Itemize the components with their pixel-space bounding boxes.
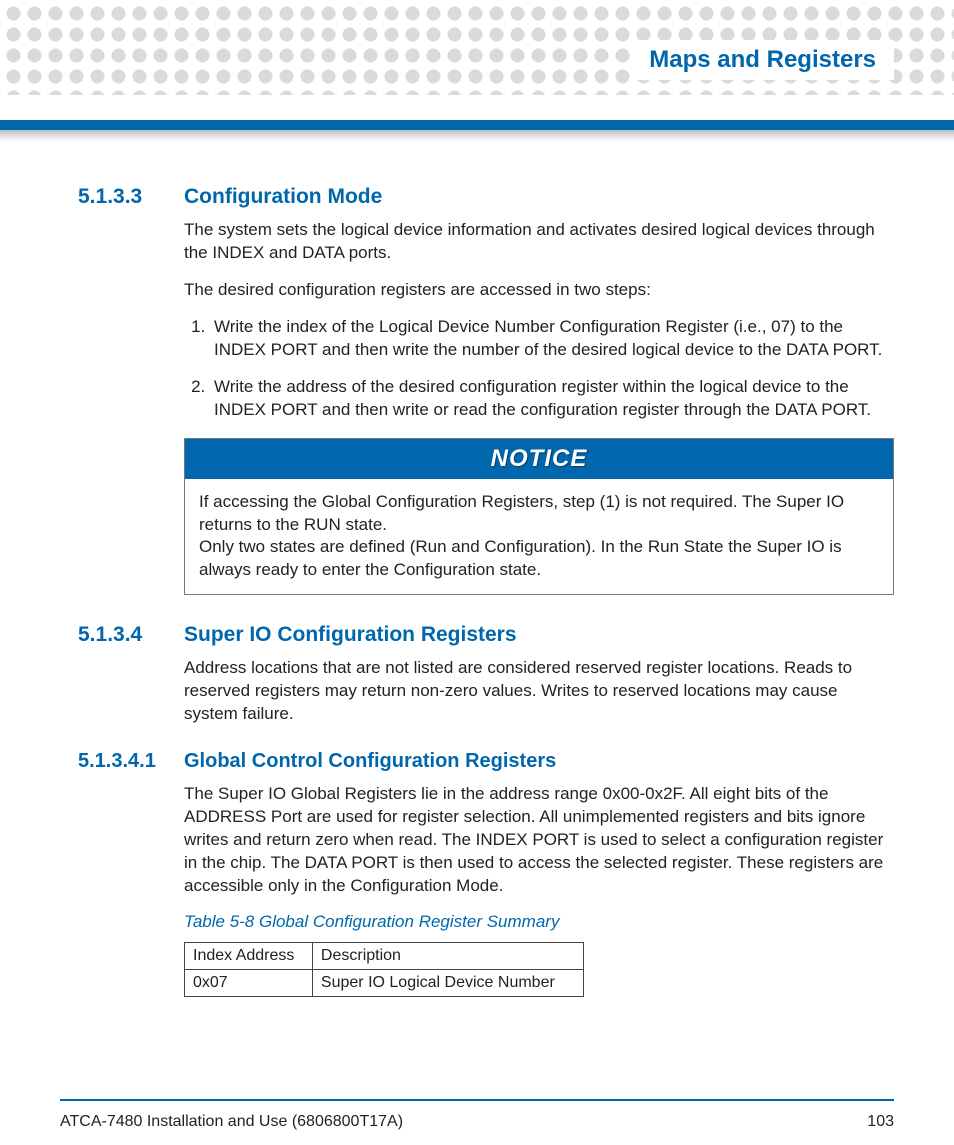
notice-box: NOTICE If accessing the Global Configura… [184, 438, 894, 596]
notice-line: If accessing the Global Configuration Re… [199, 491, 879, 537]
register-table: Index Address Description 0x07 Super IO … [184, 942, 584, 997]
footer-rule [60, 1099, 894, 1101]
header-gray-rule [0, 130, 954, 142]
section-title: Configuration Mode [184, 185, 382, 209]
notice-body: If accessing the Global Configuration Re… [185, 479, 893, 595]
section-body: The system sets the logical device infor… [184, 219, 894, 595]
paragraph: The Super IO Global Registers lie in the… [184, 783, 894, 898]
footer-doc-title: ATCA-7480 Installation and Use (6806800T… [60, 1113, 403, 1131]
list-item: Write the address of the desired configu… [210, 376, 894, 422]
paragraph: The desired configuration registers are … [184, 279, 894, 302]
section-title: Super IO Configuration Registers [184, 623, 517, 647]
page-footer: ATCA-7480 Installation and Use (6806800T… [60, 1113, 894, 1131]
section-5-1-3-3: 5.1.3.3 Configuration Mode [78, 185, 894, 209]
table-row: Index Address Description [185, 942, 584, 969]
section-title: Global Control Configuration Registers [184, 750, 556, 773]
section-5-1-3-4-1: 5.1.3.4.1 Global Control Configuration R… [78, 750, 894, 773]
section-5-1-3-4: 5.1.3.4 Super IO Configuration Registers [78, 623, 894, 647]
section-number: 5.1.3.3 [78, 185, 166, 209]
notice-line: Only two states are defined (Run and Con… [199, 536, 879, 582]
section-body: The Super IO Global Registers lie in the… [184, 783, 894, 997]
table-header: Index Address [185, 942, 313, 969]
footer-page-number: 103 [867, 1113, 894, 1131]
chapter-title: Maps and Registers [649, 46, 876, 74]
table-cell: 0x07 [185, 969, 313, 996]
paragraph: The system sets the logical device infor… [184, 219, 894, 265]
header-blue-rule [0, 120, 954, 130]
notice-header: NOTICE [185, 439, 893, 479]
section-body: Address locations that are not listed ar… [184, 657, 894, 726]
list-item: Write the index of the Logical Device Nu… [210, 316, 894, 362]
header-title-wrap: Maps and Registers [631, 40, 894, 80]
paragraph: Address locations that are not listed ar… [184, 657, 894, 726]
table-caption: Table 5-8 Global Configuration Register … [184, 912, 894, 932]
section-number: 5.1.3.4 [78, 623, 166, 647]
ordered-list: Write the index of the Logical Device Nu… [210, 316, 894, 422]
table-header: Description [312, 942, 583, 969]
page-content: 5.1.3.3 Configuration Mode The system se… [78, 185, 894, 1021]
table-cell: Super IO Logical Device Number [312, 969, 583, 996]
table-row: 0x07 Super IO Logical Device Number [185, 969, 584, 996]
section-number: 5.1.3.4.1 [78, 750, 166, 773]
